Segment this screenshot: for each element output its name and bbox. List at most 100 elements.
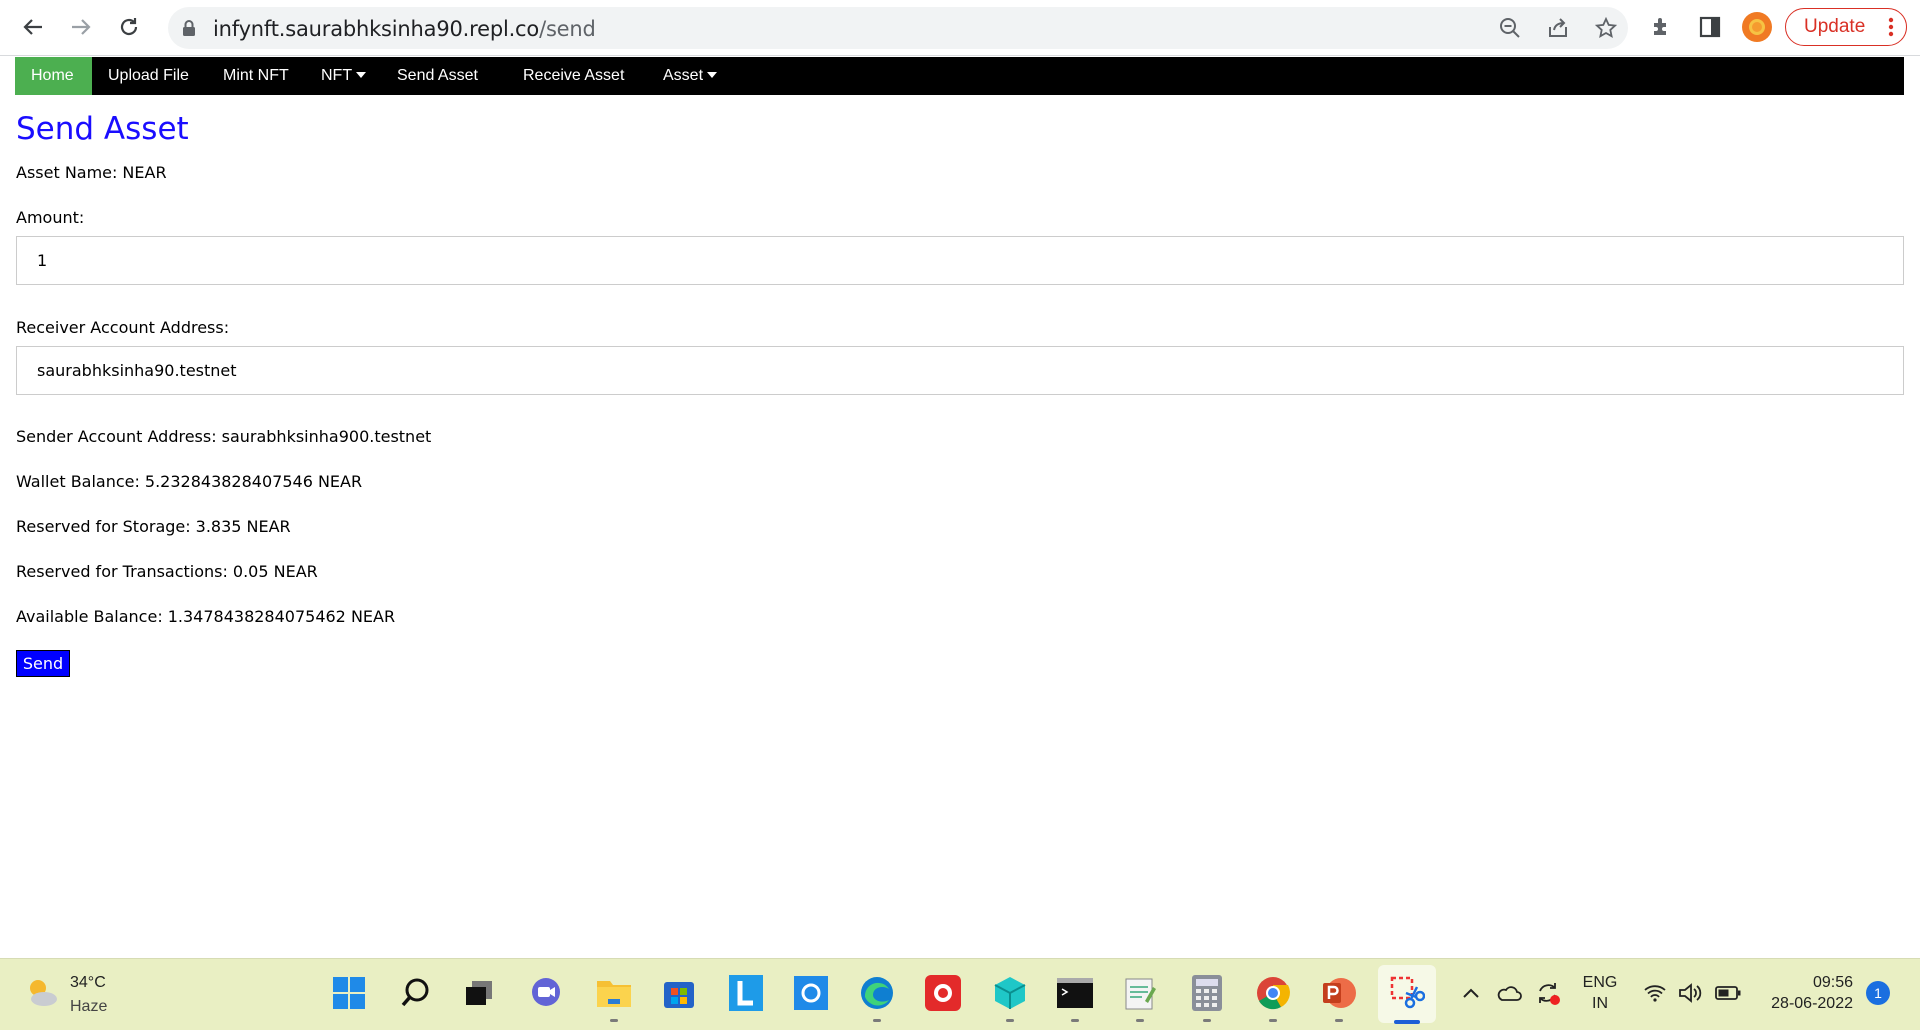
chevron-up-icon	[1463, 988, 1479, 998]
nav-home[interactable]: Home	[15, 57, 92, 95]
address-bar[interactable]: infynft.saurabhksinha90.repl.co/send	[168, 7, 1628, 49]
sync-status-button[interactable]	[1533, 973, 1563, 1013]
extensions-button[interactable]	[1647, 12, 1677, 42]
folder-icon	[597, 981, 631, 1007]
notepad-button[interactable]	[1120, 973, 1160, 1022]
cube-app-button[interactable]	[990, 973, 1030, 1022]
cortana-icon	[794, 976, 828, 1010]
notification-badge[interactable]: 1	[1866, 981, 1890, 1005]
nav-nft-dropdown[interactable]: NFT	[305, 57, 382, 95]
side-panel-button[interactable]	[1695, 12, 1725, 42]
chrome-button[interactable]	[1253, 973, 1293, 1022]
url-host: infynft.saurabhksinha90.repl.co	[213, 17, 540, 41]
wifi-button[interactable]	[1640, 973, 1670, 1013]
terminal-button[interactable]	[1055, 973, 1095, 1022]
amount-input[interactable]	[16, 236, 1904, 285]
cube-icon	[994, 977, 1026, 1009]
powerpoint-icon	[1323, 978, 1356, 1008]
task-view-icon	[466, 981, 492, 1005]
share-button[interactable]	[1544, 14, 1572, 42]
running-indicator	[1006, 1019, 1014, 1022]
cloud-icon	[1497, 986, 1522, 1001]
edge-icon	[861, 977, 893, 1009]
side-panel-icon	[1699, 16, 1721, 38]
send-button[interactable]: Send	[16, 650, 70, 677]
wallet-balance-value: 5.232843828407546 NEAR	[144, 472, 363, 491]
calculator-button[interactable]	[1187, 973, 1227, 1022]
profile-button[interactable]	[1742, 12, 1772, 42]
arrow-left-icon	[23, 19, 42, 35]
chrome-icon	[1257, 977, 1290, 1010]
puzzle-icon	[1654, 18, 1666, 35]
battery-button[interactable]	[1713, 973, 1743, 1013]
cortana-button[interactable]	[791, 973, 831, 1013]
nav-upload-file-label: Upload File	[108, 67, 189, 84]
available-balance-row: Available Balance: 1.3478438284075462 NEA…	[16, 607, 395, 626]
available-balance-value: 1.3478438284075462 NEAR	[167, 607, 396, 626]
onedrive-button[interactable]	[1494, 973, 1524, 1013]
store-button[interactable]	[659, 973, 699, 1013]
store-icon	[664, 982, 694, 1008]
nav-receive-asset-label: Receive Asset	[523, 67, 625, 84]
teams-chat-button[interactable]	[526, 973, 566, 1013]
amount-label: Amount:	[16, 208, 85, 227]
clock-time: 09:56	[1812, 974, 1853, 991]
start-button[interactable]	[329, 973, 369, 1013]
sender-label: Sender Account Address:	[16, 427, 217, 446]
clock-date: 28-06-2022	[1771, 995, 1853, 1012]
weather-widget[interactable]	[24, 975, 60, 1014]
running-indicator	[1203, 1019, 1211, 1022]
reserved-storage-label: Reserved for Storage:	[16, 517, 191, 536]
lock-icon	[183, 20, 195, 36]
nav-send-asset[interactable]: Send Asset	[381, 57, 494, 95]
wifi-icon	[1644, 985, 1666, 1002]
wallet-balance-row: Wallet Balance: 5.232843828407546 NEAR	[16, 472, 362, 491]
bookmark-button[interactable]	[1592, 14, 1620, 42]
powerpoint-button[interactable]	[1319, 973, 1359, 1022]
sync-alert-icon	[1539, 983, 1560, 1005]
forward-button[interactable]	[64, 10, 98, 44]
page-title: Send Asset	[16, 111, 189, 147]
reserved-tx-row: Reserved for Transactions: 0.05 NEAR	[16, 562, 318, 581]
asset-name-row: Asset Name: NEAR	[16, 163, 167, 182]
nav-asset-dropdown[interactable]: Asset	[647, 57, 733, 95]
search-button[interactable]	[396, 973, 436, 1013]
letter-l-icon	[729, 975, 763, 1011]
url-path: /send	[539, 17, 596, 41]
task-view-button[interactable]	[459, 973, 499, 1013]
recorder-button[interactable]	[923, 973, 963, 1013]
nav-upload-file[interactable]: Upload File	[92, 57, 205, 95]
wallet-balance-label: Wallet Balance:	[16, 472, 140, 491]
nav-mint-nft[interactable]: Mint NFT	[207, 57, 305, 95]
clock[interactable]: 09:56 28-06-2022	[1755, 974, 1853, 1013]
snipping-tool-button[interactable]	[1387, 973, 1427, 1013]
nav-home-label: Home	[31, 67, 74, 84]
back-button[interactable]	[16, 10, 50, 44]
sender-value: saurabhksinha900.testnet	[221, 427, 432, 446]
running-indicator	[1136, 1019, 1144, 1022]
site-navbar: Home Upload File Mint NFT NFT Send Asset…	[15, 57, 1904, 95]
receiver-address-input[interactable]	[16, 346, 1904, 395]
zoom-button[interactable]	[1496, 14, 1524, 42]
language-indicator[interactable]: ENG IN	[1578, 974, 1622, 1013]
reserved-storage-row: Reserved for Storage: 3.835 NEAR	[16, 517, 291, 536]
file-explorer-button[interactable]	[594, 973, 634, 1022]
running-indicator	[1335, 1019, 1343, 1022]
record-icon	[925, 975, 961, 1011]
volume-button[interactable]	[1676, 973, 1706, 1013]
nav-receive-asset[interactable]: Receive Asset	[507, 57, 640, 95]
nav-mint-nft-label: Mint NFT	[223, 67, 289, 84]
terminal-icon	[1057, 978, 1093, 1008]
running-indicator	[873, 1019, 881, 1022]
l-app-button[interactable]	[726, 973, 766, 1013]
more-vert-icon	[1888, 17, 1894, 37]
edge-button[interactable]	[857, 973, 897, 1022]
tray-overflow-button[interactable]	[1456, 973, 1486, 1013]
language-code: ENG	[1582, 974, 1618, 991]
region-code: IN	[1592, 995, 1608, 1012]
star-icon	[1595, 17, 1617, 38]
url-text[interactable]: infynft.saurabhksinha90.repl.co/send	[213, 17, 596, 41]
update-button[interactable]: Update	[1785, 8, 1907, 46]
reload-button[interactable]	[112, 10, 146, 44]
browser-toolbar: infynft.saurabhksinha90.repl.co/send Upd…	[0, 0, 1920, 56]
